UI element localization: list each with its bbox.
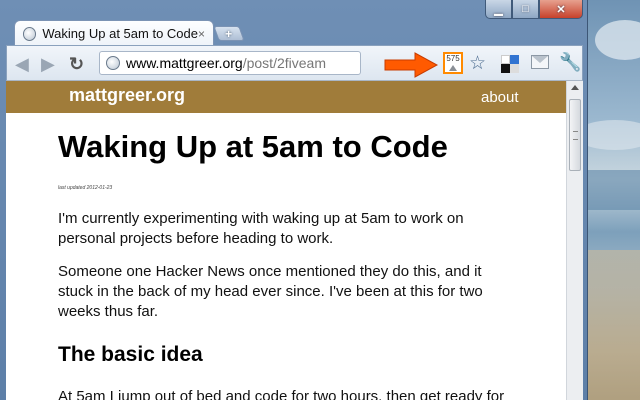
minimize-button[interactable]: ▁	[485, 0, 512, 19]
close-window-button[interactable]: ✕	[539, 0, 583, 19]
mail-icon[interactable]	[531, 55, 549, 69]
reload-icon[interactable]: ↻	[69, 54, 84, 75]
window-controls: ▁ □ ✕	[485, 0, 583, 20]
plus-icon: +	[225, 26, 233, 41]
back-arrow-icon[interactable]: ◀	[15, 54, 29, 75]
maximize-button[interactable]: □	[512, 0, 539, 19]
new-tab-button[interactable]: +	[213, 26, 245, 41]
about-link[interactable]: about	[481, 89, 519, 106]
forward-arrow-icon[interactable]: ▶	[41, 54, 55, 75]
vertical-scrollbar[interactable]	[566, 81, 583, 400]
browser-window: ▁ □ ✕ Waking Up at 5am to Code × + ◀ ▶ ↻…	[0, 0, 588, 400]
counter-value: 575	[446, 54, 460, 63]
triangle-icon	[449, 65, 457, 71]
paragraph: At 5am I jump out of bed and code for tw…	[58, 388, 505, 400]
web-page: mattgreer.org about Waking Up at 5am to …	[6, 81, 566, 400]
paragraph: Someone one Hacker News once mentioned t…	[58, 263, 483, 320]
browser-toolbar: ◀ ▶ ↻ www.mattgreer.org/post/2fiveam 575…	[6, 45, 583, 81]
site-header: mattgreer.org about	[6, 81, 566, 113]
close-tab-icon[interactable]: ×	[198, 27, 205, 41]
arrow-annotation-icon	[384, 52, 439, 78]
globe-icon	[23, 26, 37, 41]
bookmark-star-icon[interactable]: ☆	[469, 52, 486, 75]
browser-tab[interactable]: Waking Up at 5am to Code ×	[14, 20, 214, 46]
post-title: Waking Up at 5am to Code	[58, 129, 448, 164]
scroll-up-icon[interactable]	[571, 85, 579, 90]
paragraph: I'm currently experimenting with waking …	[58, 210, 464, 247]
address-path: /post/2fiveam	[242, 55, 326, 71]
tab-title: Waking Up at 5am to Code	[42, 26, 198, 41]
desktop-background	[585, 0, 640, 400]
globe-icon	[106, 56, 120, 70]
address-bar[interactable]: www.mattgreer.org/post/2fiveam	[99, 51, 361, 75]
delicious-extension-icon[interactable]	[501, 55, 519, 73]
wrench-icon[interactable]: 🔧	[559, 52, 581, 73]
site-name-link[interactable]: mattgreer.org	[69, 85, 185, 106]
counter-extension-button[interactable]: 575	[443, 52, 463, 74]
section-heading: The basic idea	[58, 343, 203, 366]
address-host: www.mattgreer.org	[126, 55, 243, 71]
scrollbar-thumb[interactable]	[569, 99, 581, 171]
last-updated: last updated 2012-01-23	[58, 185, 113, 191]
